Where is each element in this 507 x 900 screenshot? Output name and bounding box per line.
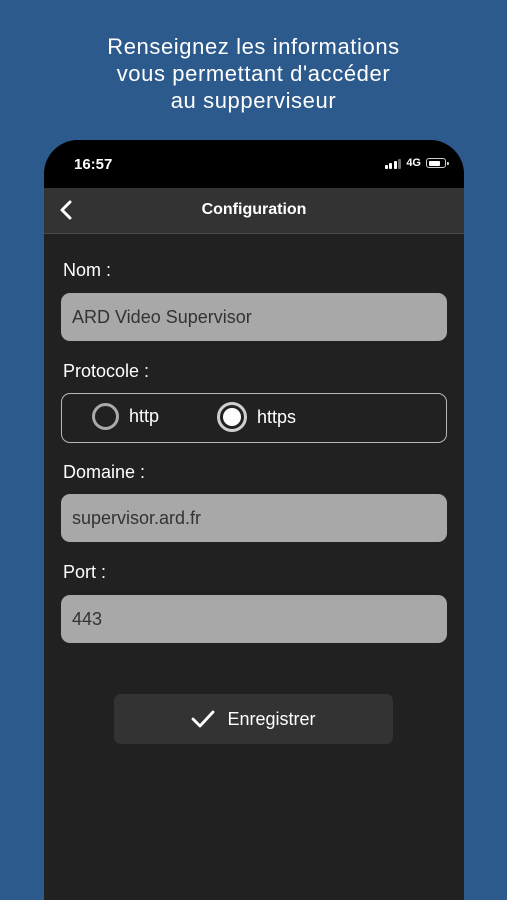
radio-unselected-icon[interactable] bbox=[92, 403, 119, 430]
promo-line: au supperviseur bbox=[170, 88, 337, 113]
status-bar: 16:57 4G bbox=[44, 140, 464, 188]
checkmark-icon bbox=[192, 710, 215, 728]
navigation-bar: Configuration bbox=[44, 188, 464, 234]
name-label: Nom : bbox=[63, 260, 112, 280]
promo-line: vous permettant d'accéder bbox=[116, 61, 391, 86]
protocol-radio-group: http https bbox=[61, 393, 447, 443]
protocol-option-http[interactable]: http bbox=[92, 403, 159, 430]
domain-label: Domaine : bbox=[63, 462, 146, 482]
protocol-label: Protocole : bbox=[63, 361, 150, 381]
battery-icon bbox=[426, 158, 449, 168]
radio-selected-icon[interactable] bbox=[217, 402, 247, 432]
protocol-option-label: http bbox=[129, 406, 160, 426]
protocol-option-https[interactable]: https bbox=[217, 402, 296, 432]
network-type: 4G bbox=[406, 157, 421, 169]
page-title: Configuration bbox=[201, 201, 307, 218]
port-label: Port : bbox=[63, 562, 107, 582]
app-store-screenshot: Renseignez les informations vous permett… bbox=[0, 0, 507, 900]
promo-headline: Renseignez les informations vous permett… bbox=[0, 33, 507, 114]
promo-line: Renseignez les informations bbox=[107, 34, 400, 59]
save-button[interactable]: Enregistrer bbox=[114, 694, 393, 744]
signal-icon bbox=[384, 158, 402, 169]
save-button-label: Enregistrer bbox=[227, 708, 316, 729]
status-indicators: 4G bbox=[384, 157, 449, 169]
phone-screen: 16:57 4G Configuration Nom : ARD Video S… bbox=[44, 140, 464, 900]
status-time: 16:57 bbox=[74, 156, 113, 173]
domain-field[interactable]: supervisor.ard.fr bbox=[61, 494, 447, 542]
port-field[interactable]: 443 bbox=[61, 595, 447, 643]
name-field[interactable]: ARD Video Supervisor bbox=[61, 293, 447, 341]
protocol-option-label: https bbox=[257, 406, 297, 427]
